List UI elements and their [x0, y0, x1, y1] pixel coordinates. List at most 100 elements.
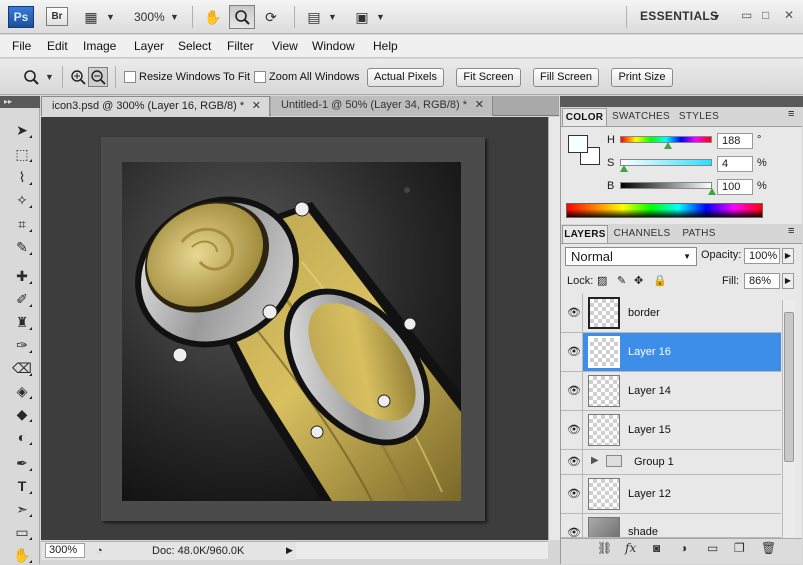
layers-scrollbar-thumb[interactable] [784, 312, 794, 462]
status-arrow-icon[interactable]: ▶ [286, 545, 293, 556]
eraser-tool-icon[interactable]: ⌫ [10, 358, 34, 378]
delete-layer-icon[interactable]: 🗑 [761, 541, 776, 555]
print-size-button[interactable]: Print Size [611, 68, 673, 87]
chevron-down-icon[interactable]: ▼ [376, 7, 385, 27]
zoom-out-icon[interactable] [88, 67, 108, 87]
paint-bucket-tool-icon[interactable]: ◈ [10, 381, 34, 401]
resize-windows-checkbox[interactable] [124, 71, 136, 83]
eyedropper-tool-icon[interactable]: ✎ [10, 237, 34, 257]
document-tab-icon3[interactable]: icon3.psd @ 300% (Layer 16, RGB/8) * ✕ [41, 96, 270, 116]
tools-panel-collapse[interactable]: ▸▸ [0, 96, 40, 108]
layer-visibility-toggle[interactable]: 👁 [561, 514, 583, 537]
status-zoom-input[interactable]: 300% [45, 543, 85, 558]
history-brush-tool-icon[interactable]: ✑ [10, 335, 34, 355]
fill-screen-button[interactable]: Fill Screen [533, 68, 599, 87]
layer-mask-icon[interactable]: ◙ [653, 541, 660, 555]
layer-visibility-toggle[interactable]: 👁 [561, 294, 583, 332]
brush-tool-icon[interactable]: ✐ [10, 289, 34, 309]
tab-styles[interactable]: STYLES [675, 108, 723, 126]
healing-brush-tool-icon[interactable]: ✚ [10, 266, 34, 286]
close-icon[interactable]: ✕ [784, 8, 794, 22]
workspace-switcher[interactable]: ESSENTIALS [640, 9, 718, 23]
tab-swatches[interactable]: SWATCHES [609, 108, 673, 126]
maximize-icon[interactable]: □ [762, 8, 769, 22]
menu-help[interactable]: Help [373, 39, 398, 53]
minimize-icon[interactable]: ▭ [741, 8, 752, 22]
magic-wand-tool-icon[interactable]: ✧ [10, 190, 34, 210]
lock-image-pixels-icon[interactable]: ✎ [617, 274, 626, 287]
color-spectrum-ramp[interactable] [566, 203, 763, 218]
tab-layers[interactable]: LAYERS [562, 225, 608, 243]
lasso-tool-icon[interactable]: ⌇ [10, 167, 34, 187]
shape-tool-icon[interactable]: ▭ [10, 522, 34, 542]
layer-visibility-toggle[interactable]: 👁 [561, 411, 583, 449]
menu-window[interactable]: Window [312, 39, 355, 53]
chevron-down-icon[interactable]: ▼ [328, 7, 337, 27]
group-expand-icon[interactable]: ▶ [591, 455, 599, 466]
blend-mode-dropdown[interactable]: Normal ▼ [565, 247, 697, 266]
zoom-tool-button[interactable] [229, 5, 255, 29]
panel-menu-icon[interactable]: ≡ [788, 225, 794, 237]
layer-visibility-toggle[interactable]: 👁 [561, 475, 583, 513]
path-selection-tool-icon[interactable]: ➣ [10, 499, 34, 519]
horizontal-scrollbar[interactable] [296, 541, 548, 559]
layer-row-shade[interactable]: 👁 shade [561, 514, 781, 538]
chevron-down-icon[interactable]: ▼ [712, 7, 721, 27]
saturation-slider-thumb[interactable] [620, 165, 628, 172]
saturation-value-input[interactable]: 4 [717, 156, 753, 172]
hand-tool-icon[interactable]: ✋ [10, 545, 34, 565]
chevron-down-icon[interactable]: ▼ [106, 7, 115, 27]
clone-stamp-tool-icon[interactable]: ♜ [10, 312, 34, 332]
menu-edit[interactable]: Edit [47, 39, 68, 53]
zoom-in-icon[interactable] [69, 68, 87, 89]
hue-slider-thumb[interactable] [664, 142, 672, 149]
adjustment-layer-icon[interactable]: ◑ [680, 541, 687, 555]
fill-slider-arrow-icon[interactable]: ▶ [782, 273, 794, 289]
arrange-documents-icon[interactable]: ▤ [303, 7, 325, 27]
tab-color[interactable]: COLOR [562, 108, 607, 126]
rotate-view-icon[interactable]: ⟳ [260, 7, 282, 27]
zoom-level-dropdown[interactable]: 300% [134, 7, 165, 27]
status-menu-icon[interactable]: ◔ [96, 545, 103, 557]
saturation-slider[interactable] [620, 159, 712, 166]
brightness-slider-thumb[interactable] [708, 188, 716, 195]
hue-value-input[interactable]: 188 [717, 133, 753, 149]
new-group-icon[interactable]: ▭ [707, 541, 718, 555]
panels-dock-collapse[interactable] [560, 96, 803, 107]
pen-tool-icon[interactable]: ✒ [10, 453, 34, 473]
type-tool-icon[interactable]: T [10, 476, 34, 496]
screen-icon[interactable]: ▣ [351, 7, 373, 27]
layer-row-layer-16[interactable]: 👁 Layer 16 [561, 333, 781, 372]
zoom-all-windows-checkbox[interactable] [254, 71, 266, 83]
layer-row-border[interactable]: 👁 border [561, 294, 781, 333]
new-layer-icon[interactable]: ❐ [734, 541, 745, 555]
lock-position-icon[interactable]: ✥ [634, 274, 643, 287]
lock-transparency-icon[interactable]: ▨ [597, 274, 607, 287]
layer-visibility-toggle[interactable]: 👁 [561, 372, 583, 410]
opacity-input[interactable]: 100% [744, 248, 780, 264]
fit-screen-button[interactable]: Fit Screen [456, 68, 521, 87]
tab-paths[interactable]: PATHS [676, 225, 722, 243]
menu-layer[interactable]: Layer [134, 39, 164, 53]
layer-row-layer-12[interactable]: 👁 Layer 12 [561, 475, 781, 514]
menu-select[interactable]: Select [178, 39, 211, 53]
layer-row-layer-14[interactable]: 👁 Layer 14 [561, 372, 781, 411]
lock-all-icon[interactable]: 🔒 [653, 274, 667, 287]
brightness-slider[interactable] [620, 182, 712, 189]
close-tab-icon[interactable]: ✕ [252, 97, 261, 116]
menu-filter[interactable]: Filter [227, 39, 254, 53]
brightness-value-input[interactable]: 100 [717, 179, 753, 195]
hand-icon[interactable]: ✋ [202, 7, 224, 27]
link-layers-icon[interactable]: ⛓ [597, 541, 612, 555]
document-canvas[interactable] [122, 162, 467, 502]
menu-view[interactable]: View [272, 39, 298, 53]
tab-channels[interactable]: CHANNELS [610, 225, 674, 243]
actual-pixels-button[interactable]: Actual Pixels [367, 68, 444, 87]
blur-tool-icon[interactable]: ◆ [10, 404, 34, 424]
layer-row-layer-15[interactable]: 👁 Layer 15 [561, 411, 781, 450]
marquee-tool-icon[interactable]: ⬚ [10, 144, 34, 164]
menu-image[interactable]: Image [83, 39, 116, 53]
document-tab-untitled[interactable]: Untitled-1 @ 50% (Layer 34, RGB/8) * ✕ [271, 96, 493, 116]
fill-input[interactable]: 86% [744, 273, 780, 289]
move-tool-icon[interactable]: ➤ [10, 120, 34, 140]
